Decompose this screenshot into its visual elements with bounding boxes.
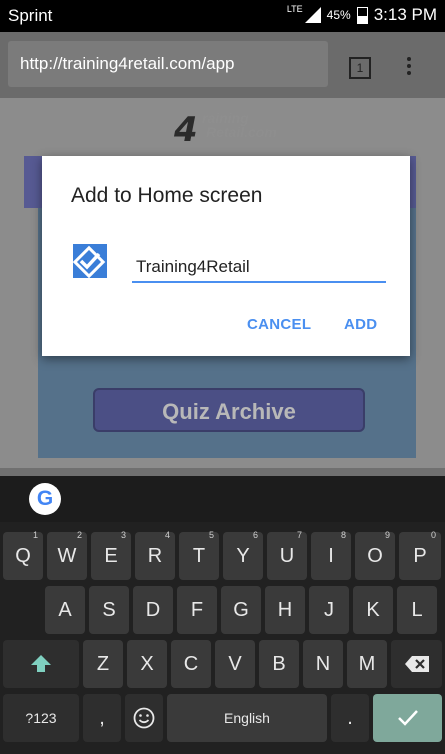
key-label: P — [413, 545, 427, 567]
key-label: Q — [15, 545, 31, 567]
key-w[interactable]: W2 — [47, 530, 87, 580]
backspace-key[interactable] — [391, 640, 442, 688]
logo-text-line2: Retail.com — [206, 124, 277, 140]
key-hint: 2 — [76, 530, 82, 540]
comma-key[interactable]: , — [83, 694, 121, 742]
key-a[interactable]: A — [45, 586, 85, 634]
key-o[interactable]: O9 — [355, 530, 395, 580]
space-key[interactable]: English — [167, 694, 327, 742]
quiz-archive-button[interactable]: Quiz Archive — [93, 388, 365, 432]
overflow-menu-icon[interactable] — [404, 54, 414, 78]
smiley-icon — [133, 707, 155, 729]
key-d[interactable]: D — [133, 586, 173, 634]
key-hint: 7 — [296, 530, 302, 540]
key-g[interactable]: G — [221, 586, 261, 634]
battery-icon — [356, 6, 368, 24]
key-hint: 9 — [384, 530, 390, 540]
site-logo: 4 raining Retail.com — [174, 110, 277, 150]
app-shortcut-icon — [73, 244, 107, 278]
key-label: O — [367, 545, 383, 567]
dialog-title: Add to Home screen — [71, 184, 263, 207]
key-f[interactable]: F — [177, 586, 217, 634]
google-icon-letter: G — [36, 487, 54, 510]
key-label: E — [104, 545, 118, 567]
key-z[interactable]: Z — [83, 640, 123, 688]
key-label: Y — [236, 545, 250, 567]
key-n[interactable]: N — [303, 640, 343, 688]
key-hint: 3 — [120, 530, 126, 540]
key-hint: 4 — [164, 530, 170, 540]
key-label: T — [192, 545, 206, 567]
key-m[interactable]: M — [347, 640, 387, 688]
key-label: I — [328, 545, 334, 567]
key-j[interactable]: J — [309, 586, 349, 634]
key-label: R — [147, 545, 163, 567]
browser-toolbar: http://training4retail.com/app 1 — [0, 32, 445, 98]
key-c[interactable]: C — [171, 640, 211, 688]
soft-keyboard: G Q1 W2 E3 R4 T5 Y6 U7 I8 O9 P0 A S D F … — [0, 476, 445, 754]
key-hint: 5 — [208, 530, 214, 540]
key-hint: 1 — [32, 530, 38, 540]
logo-mark: 4 — [174, 110, 198, 150]
shift-arrow-icon — [31, 655, 51, 672]
network-type: LTE — [286, 4, 303, 14]
key-v[interactable]: V — [215, 640, 255, 688]
key-q[interactable]: Q1 — [3, 530, 43, 580]
key-r[interactable]: R4 — [135, 530, 175, 580]
backspace-icon — [404, 656, 429, 672]
key-p[interactable]: P0 — [399, 530, 441, 580]
cancel-button[interactable]: CANCEL — [247, 316, 311, 333]
enter-key[interactable] — [373, 694, 442, 742]
key-l[interactable]: L — [397, 586, 437, 634]
key-hint: 0 — [430, 530, 436, 540]
status-bar: Sprint LTE 45% 3:13 PM — [0, 0, 445, 32]
add-to-home-dialog: Add to Home screen CANCEL ADD — [42, 156, 410, 356]
carrier-label: Sprint — [8, 6, 53, 25]
battery-percent: 45% — [326, 8, 351, 22]
key-k[interactable]: K — [353, 586, 393, 634]
key-s[interactable]: S — [89, 586, 129, 634]
key-hint: 6 — [252, 530, 258, 540]
clock: 3:13 PM — [373, 5, 437, 24]
key-label: U — [279, 545, 295, 567]
status-icons: LTE 45% 3:13 PM — [286, 4, 437, 25]
signal-icon — [304, 7, 321, 23]
key-x[interactable]: X — [127, 640, 167, 688]
key-hint: 8 — [340, 530, 346, 540]
page-divider — [0, 468, 445, 476]
add-button[interactable]: ADD — [344, 316, 377, 333]
google-icon[interactable]: G — [29, 483, 61, 515]
checkmark-icon — [397, 710, 418, 726]
url-bar[interactable]: http://training4retail.com/app — [8, 41, 328, 87]
key-i[interactable]: I8 — [311, 530, 351, 580]
shift-key[interactable] — [3, 640, 79, 688]
period-key[interactable]: . — [331, 694, 369, 742]
key-b[interactable]: B — [259, 640, 299, 688]
shortcut-name-input[interactable] — [132, 253, 386, 283]
tab-switcher-button[interactable]: 1 — [349, 57, 371, 79]
keyboard-suggestion-bar: G — [0, 476, 445, 522]
emoji-key[interactable] — [125, 694, 163, 742]
key-e[interactable]: E3 — [91, 530, 131, 580]
key-label: W — [57, 545, 77, 567]
key-h[interactable]: H — [265, 586, 305, 634]
key-y[interactable]: Y6 — [223, 530, 263, 580]
key-u[interactable]: U7 — [267, 530, 307, 580]
key-t[interactable]: T5 — [179, 530, 219, 580]
symbols-key[interactable]: ?123 — [3, 694, 79, 742]
